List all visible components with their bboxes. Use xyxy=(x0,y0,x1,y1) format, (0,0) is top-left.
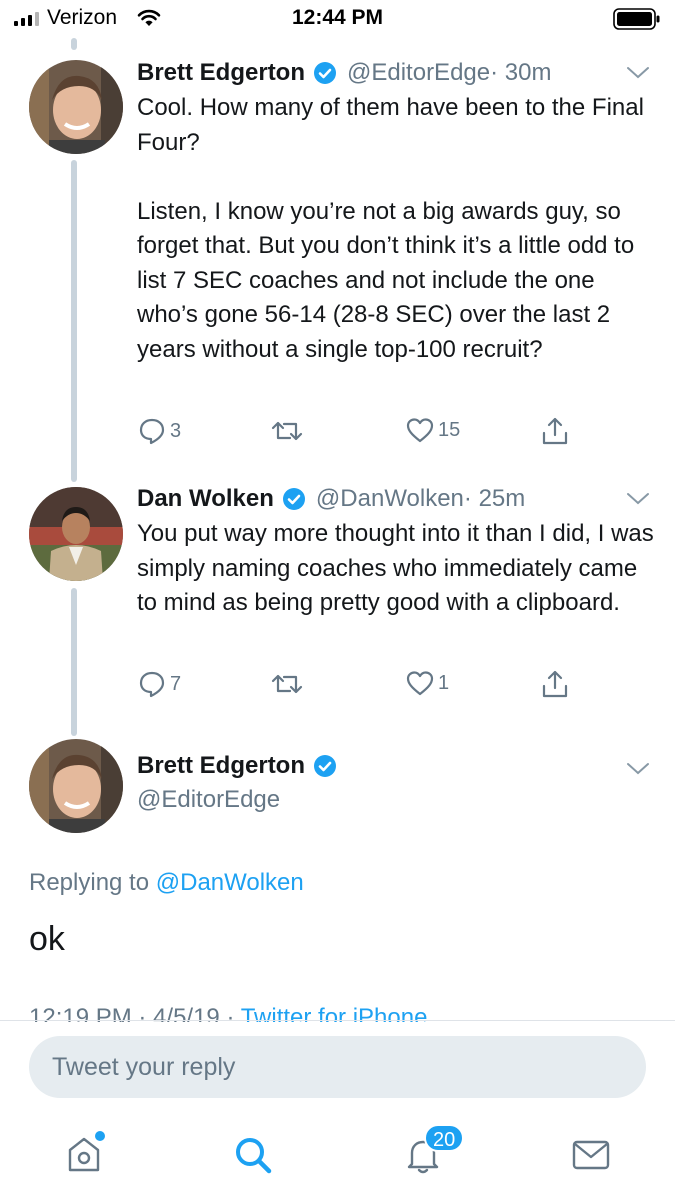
verified-badge-icon xyxy=(314,62,336,84)
heart-icon xyxy=(406,671,434,696)
tweet-actions: 3 15 xyxy=(137,416,587,448)
share-icon xyxy=(542,417,568,445)
tweet-time: · 25m xyxy=(463,485,526,512)
chevron-down-icon[interactable] xyxy=(626,762,650,776)
reply-button[interactable]: 3 xyxy=(137,416,181,446)
status-time: 12:44 PM xyxy=(291,6,384,29)
thread-line xyxy=(71,38,77,50)
author-name[interactable]: Dan Wolken xyxy=(137,485,274,513)
share-icon xyxy=(542,670,568,698)
replying-to-line: Replying to @DanWolken xyxy=(29,869,304,897)
like-button[interactable]: 15 xyxy=(405,416,460,444)
like-count: 15 xyxy=(438,418,461,441)
tweet-text: Cool. How many of them have been to the … xyxy=(137,94,644,363)
home-unread-dot xyxy=(95,1131,105,1141)
thread-line xyxy=(71,160,77,482)
notifications-badge: 20 xyxy=(424,1124,465,1152)
reply-bar xyxy=(0,1020,675,1116)
reply-input[interactable] xyxy=(29,1036,646,1098)
tweet-text: ok xyxy=(29,920,65,958)
retweet-button[interactable] xyxy=(270,416,304,446)
chevron-down-icon[interactable] xyxy=(626,66,650,80)
author-handle[interactable]: @DanWolken xyxy=(316,485,464,513)
tab-bar xyxy=(0,1116,675,1200)
verified-badge-icon xyxy=(282,488,305,510)
replying-to-label: Replying to xyxy=(29,869,156,896)
messages-envelope-icon[interactable] xyxy=(571,1134,611,1174)
share-button[interactable] xyxy=(540,416,570,446)
reply-icon xyxy=(139,418,165,445)
reply-button[interactable]: 7 xyxy=(137,669,181,699)
like-count: 1 xyxy=(438,671,450,694)
tweet-time: · 30m xyxy=(490,59,552,86)
tweet-text: You put way more thought into it than I … xyxy=(137,520,661,616)
heart-icon xyxy=(406,418,434,443)
like-button[interactable]: 1 xyxy=(405,669,449,697)
author-handle[interactable]: @EditorEdge xyxy=(137,786,280,814)
author-name[interactable]: Brett Edgerton xyxy=(137,752,305,780)
retweet-button[interactable] xyxy=(270,669,304,699)
reply-count: 3 xyxy=(170,419,182,442)
share-button[interactable] xyxy=(540,669,570,699)
author-name[interactable]: Brett Edgerton xyxy=(137,59,305,87)
search-icon[interactable] xyxy=(232,1134,274,1176)
status-bar: Verizon 12:44 PM xyxy=(0,0,675,38)
thread-line xyxy=(71,588,77,736)
retweet-icon xyxy=(271,674,303,694)
avatar[interactable] xyxy=(29,487,123,581)
avatar[interactable] xyxy=(29,739,123,833)
avatar[interactable] xyxy=(29,60,123,154)
reply-icon xyxy=(139,671,165,698)
battery-icon xyxy=(613,8,660,30)
chevron-down-icon[interactable] xyxy=(626,492,650,506)
retweet-icon xyxy=(271,421,303,441)
tweet-actions: 7 1 xyxy=(137,669,587,701)
reply-count: 7 xyxy=(170,672,182,695)
verified-badge-icon xyxy=(314,755,336,777)
replying-to-mention[interactable]: @DanWolken xyxy=(156,869,304,896)
author-handle[interactable]: @EditorEdge xyxy=(347,59,490,87)
